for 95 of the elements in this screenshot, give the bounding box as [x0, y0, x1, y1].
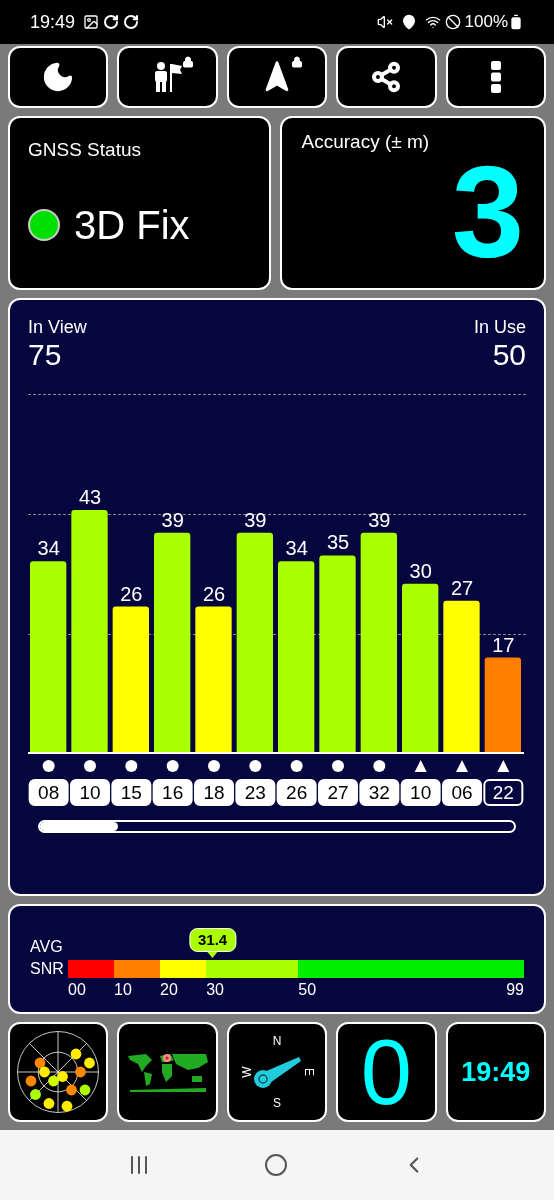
circle-icon	[208, 760, 220, 772]
scale-label: 10	[114, 980, 132, 1000]
satellite-id: 32	[359, 779, 400, 806]
circle-icon	[332, 760, 344, 772]
blocked-icon	[444, 14, 461, 30]
bar-value: 34	[285, 537, 308, 560]
x-tick-label: 10	[410, 782, 432, 803]
toolbar-button[interactable]	[445, 46, 547, 108]
in-view-count: 75	[28, 338, 63, 372]
x-tick-label: 16	[162, 782, 184, 803]
satellite-id: 15	[111, 779, 152, 806]
battery-icon	[508, 14, 524, 30]
scale-label: 99	[506, 980, 524, 1000]
circle-icon	[42, 760, 55, 772]
lock-icon	[181, 56, 194, 68]
satellite-id: 27	[318, 779, 358, 806]
number-tile[interactable]: 0	[336, 1022, 437, 1122]
bar-value: 34	[37, 537, 60, 560]
triangle-icon	[456, 760, 468, 772]
image-icon	[83, 14, 100, 30]
lock-icon	[291, 56, 304, 68]
satellite-id: 10	[70, 779, 110, 806]
compass-west: W	[238, 1066, 255, 1078]
wifi-icon	[424, 14, 441, 30]
bar-value: 35	[326, 531, 350, 554]
circle-icon	[166, 760, 179, 772]
satellite-id: 10	[400, 779, 441, 806]
compass-north: N	[272, 1033, 282, 1050]
share-icon	[370, 61, 403, 93]
x-tick-label: 18	[203, 782, 225, 803]
x-tick-label: 23	[244, 782, 266, 803]
bar-value: 39	[161, 508, 184, 531]
circle-icon	[373, 760, 386, 772]
mute-icon	[376, 14, 393, 30]
x-tick-label: 08	[38, 782, 60, 803]
clock-time: 19:49	[461, 1055, 531, 1089]
card-title: Accuracy (± m)	[301, 130, 431, 154]
bar-value: 26	[120, 582, 143, 605]
battery-percent: 100%	[464, 11, 508, 34]
scale-label: 30	[206, 980, 224, 1000]
scale-label: 50	[298, 980, 317, 1000]
satellite-id: 06	[442, 779, 482, 806]
status-time: 19:49	[30, 10, 76, 34]
satellite-id: 22	[483, 779, 524, 806]
circle-icon	[125, 760, 138, 772]
in-view-label: In View	[28, 316, 87, 338]
avg-label: AVG	[30, 937, 64, 957]
x-tick-label: 27	[327, 782, 349, 803]
x-tick-label: 26	[286, 782, 308, 803]
sync-icon	[103, 14, 120, 30]
bar-value: 39	[244, 508, 267, 531]
toolbar-button[interactable]	[117, 46, 218, 108]
satellite-count: 0	[360, 1026, 412, 1118]
toolbar-button[interactable]	[8, 46, 109, 108]
satellite-id: 18	[194, 779, 234, 806]
accuracy-value: 3	[451, 156, 524, 267]
toolbar-button[interactable]	[226, 46, 328, 108]
triangle-icon	[497, 760, 510, 772]
card-title: GNSS Status	[28, 138, 142, 162]
home-icon[interactable]	[264, 1153, 288, 1177]
circle-icon	[249, 760, 262, 772]
compass-south: S	[273, 1095, 281, 1112]
x-tick-label: 15	[120, 782, 142, 803]
satellite-id: 08	[28, 779, 69, 806]
compass-needle-icon	[251, 1055, 303, 1089]
in-use-count: 50	[492, 338, 526, 372]
bar-value: 43	[78, 486, 102, 509]
compass-tile[interactable]: N S E W	[226, 1022, 328, 1122]
bar-value: 30	[409, 559, 432, 582]
circle-icon	[290, 760, 303, 772]
bar-value: 39	[368, 508, 391, 531]
satellite-id: 26	[276, 779, 317, 806]
scale-label: 20	[160, 980, 178, 1000]
snr-label: SNR	[30, 959, 65, 979]
bar-value: 27	[450, 576, 474, 599]
bar-value: 26	[202, 582, 226, 605]
in-use-label: In Use	[473, 316, 526, 338]
location-icon	[400, 14, 417, 30]
fix-status: 3D Fix	[74, 201, 190, 249]
compass-east: E	[301, 1068, 318, 1076]
x-tick-label: 22	[492, 782, 514, 803]
more-icon	[490, 61, 501, 93]
world-map-tile[interactable]	[117, 1022, 218, 1122]
toolbar-button[interactable]	[336, 46, 437, 108]
circle-icon	[84, 760, 96, 772]
scale-label: 00	[68, 980, 86, 1000]
bar-value: 17	[492, 633, 515, 656]
clock-tile[interactable]: 19:49	[445, 1022, 547, 1122]
satellite-id: 23	[235, 779, 276, 806]
sync-icon	[123, 14, 140, 30]
x-tick-label: 10	[79, 782, 101, 803]
x-tick-label: 32	[368, 782, 390, 803]
satellite-id: 16	[152, 779, 193, 806]
triangle-icon	[414, 760, 427, 772]
x-tick-label: 06	[451, 782, 473, 803]
